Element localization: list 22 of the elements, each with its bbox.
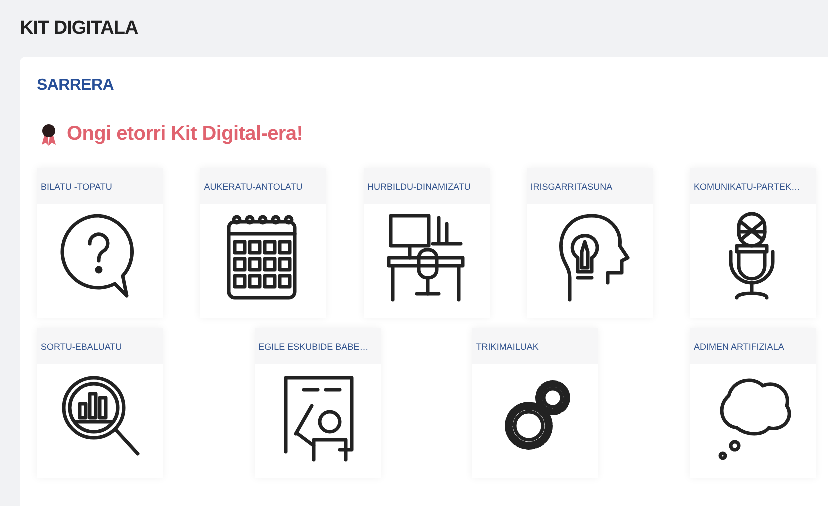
- tool-tile[interactable]: BILATU -TOPATU: [37, 168, 163, 318]
- tool-tile[interactable]: IRISGARRITASUNA: [526, 168, 653, 318]
- tile-title: HURBILDU-DINAMIZATU: [364, 168, 490, 204]
- tool-tile[interactable]: SORTU-EBALUATU: [37, 328, 163, 478]
- tool-tile[interactable]: AUKERATU-ANTOLATU: [200, 168, 326, 318]
- tile-title: IRISGARRITASUNA: [526, 168, 653, 204]
- tile-title: TRIKIMAILUAK: [472, 328, 598, 364]
- award-ribbon-icon: [41, 124, 57, 146]
- page-title: KIT DIGITALA: [20, 18, 138, 40]
- welcome-heading: Ongi etorri Kit Digital-era!: [67, 123, 304, 146]
- tile-title: SORTU-EBALUATU: [37, 328, 163, 364]
- tool-tile[interactable]: HURBILDU-DINAMIZATU: [364, 168, 490, 318]
- tool-tile[interactable]: EGILE ESKUBIDE BABE…: [254, 328, 381, 478]
- tile-title: BILATU -TOPATU: [37, 168, 163, 204]
- tool-tile[interactable]: ADIMEN ARTIFIZIALA: [690, 328, 816, 478]
- tool-tile[interactable]: TRIKIMAILUAK: [472, 328, 598, 478]
- tile-title: ADIMEN ARTIFIZIALA: [690, 328, 816, 364]
- section-title: SARRERA: [37, 77, 116, 95]
- tile-title: AUKERATU-ANTOLATU: [200, 168, 326, 204]
- tile-title: EGILE ESKUBIDE BABE…: [254, 328, 381, 364]
- tile-title: KOMUNIKATU-PARTEK…: [690, 168, 816, 204]
- tool-tile[interactable]: KOMUNIKATU-PARTEK…: [690, 168, 816, 318]
